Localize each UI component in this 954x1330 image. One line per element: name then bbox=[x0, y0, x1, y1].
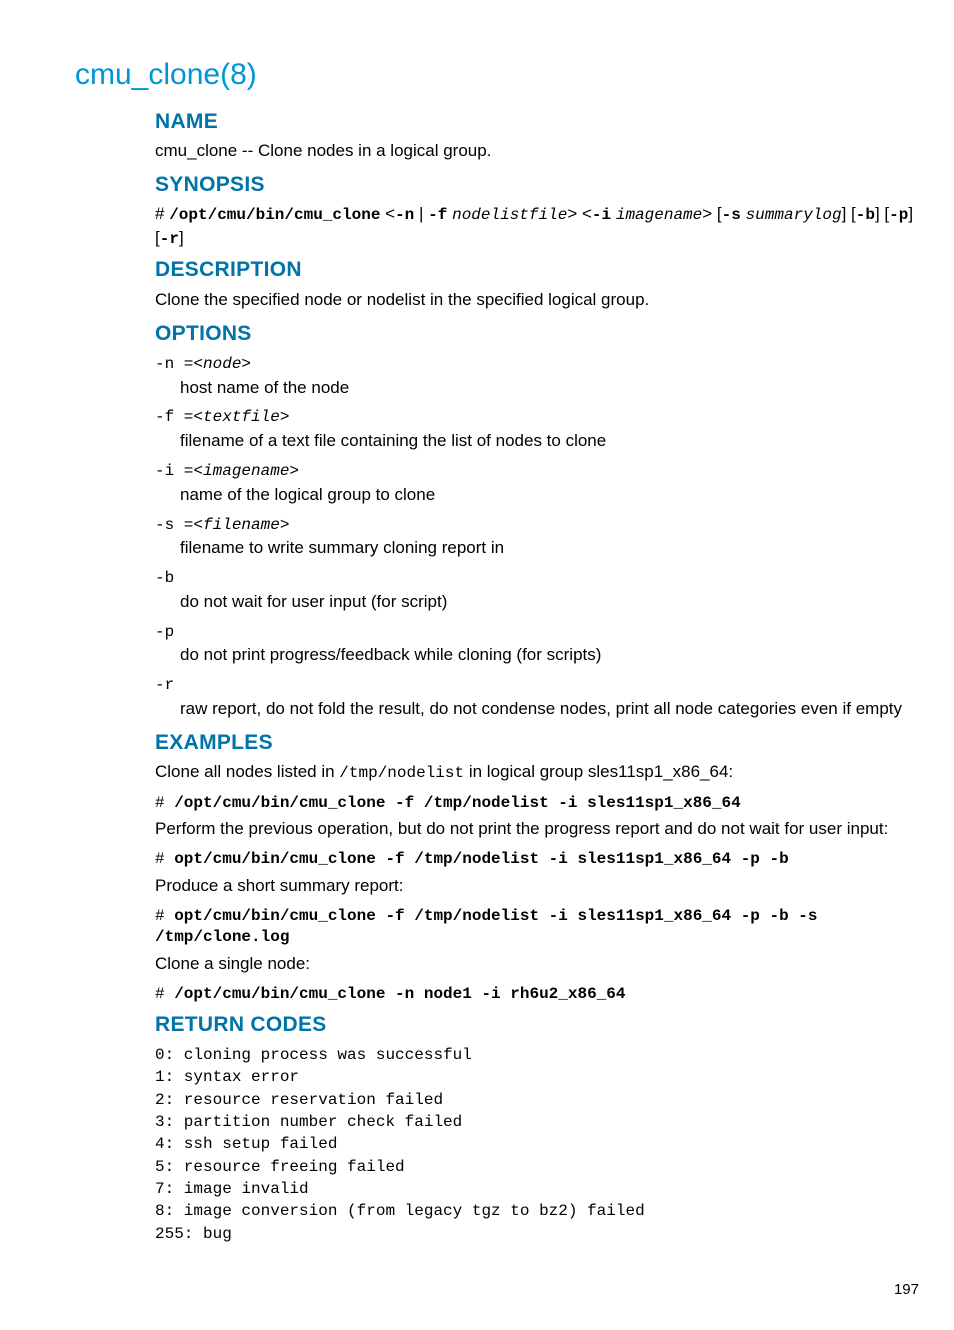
option-flag-text: -n = bbox=[155, 355, 193, 373]
synopsis-rb1: ] [ bbox=[842, 204, 856, 223]
option-flag: -b bbox=[155, 568, 919, 590]
synopsis-i: -i bbox=[592, 206, 611, 224]
synopsis-rb4: ] bbox=[179, 228, 184, 247]
option-description: filename of a text file containing the l… bbox=[180, 430, 919, 453]
option-flag: -s =<filename> bbox=[155, 515, 919, 537]
option-item: -p do not print progress/feedback while c… bbox=[155, 622, 919, 668]
synopsis-line: # /opt/cmu/bin/cmu_clone <-n | -f nodeli… bbox=[155, 203, 919, 250]
description-text: Clone the specified node or nodelist in … bbox=[155, 289, 919, 312]
option-item: -r raw report, do not fold the result, do… bbox=[155, 675, 919, 721]
example1-cmd-text: /opt/cmu/bin/cmu_clone -f /tmp/nodelist … bbox=[174, 794, 741, 812]
option-item: -b do not wait for user input (for script… bbox=[155, 568, 919, 614]
synopsis-s: -s bbox=[722, 206, 741, 224]
example3-prefix: # bbox=[155, 907, 174, 925]
options-list: -n =<node>host name of the node-f =<text… bbox=[155, 354, 919, 721]
synopsis-rb2: ] [ bbox=[875, 204, 889, 223]
example3-cmd-text: opt/cmu/bin/cmu_clone -f /tmp/nodelist -… bbox=[155, 907, 818, 947]
return-codes-list: 0: cloning process was successful 1: syn… bbox=[155, 1044, 919, 1246]
example4-cmd-text: /opt/cmu/bin/cmu_clone -n node1 -i rh6u2… bbox=[174, 985, 625, 1003]
option-item: -n =<node>host name of the node bbox=[155, 354, 919, 400]
example1-intro: Clone all nodes listed in /tmp/nodelist … bbox=[155, 761, 919, 785]
option-arg: <node> bbox=[193, 355, 251, 373]
example1-intro-b: in logical group sles11sp1_x86_64: bbox=[464, 762, 733, 781]
option-flag: -p bbox=[155, 622, 919, 644]
option-item: -i =<imagename>name of the logical group… bbox=[155, 461, 919, 507]
name-text: cmu_clone -- Clone nodes in a logical gr… bbox=[155, 140, 919, 163]
synopsis-prefix: # bbox=[155, 204, 169, 223]
option-description: host name of the node bbox=[180, 377, 919, 400]
synopsis-gt1: > < bbox=[567, 204, 592, 223]
option-description: name of the logical group to clone bbox=[180, 484, 919, 507]
option-flag-text: -i = bbox=[155, 462, 193, 480]
synopsis-f: -f bbox=[428, 206, 447, 224]
example2-cmd-text: opt/cmu/bin/cmu_clone -f /tmp/nodelist -… bbox=[174, 850, 789, 868]
option-flag: -i =<imagename> bbox=[155, 461, 919, 483]
section-heading-examples: EXAMPLES bbox=[155, 729, 919, 757]
synopsis-imagename: imagename bbox=[616, 206, 702, 224]
example4-prefix: # bbox=[155, 985, 174, 1003]
example1-intro-code: /tmp/nodelist bbox=[339, 764, 464, 782]
synopsis-pipe: | bbox=[414, 204, 428, 223]
option-item: -f =<textfile>filename of a text file co… bbox=[155, 407, 919, 453]
manpage-content: NAME cmu_clone -- Clone nodes in a logic… bbox=[155, 108, 919, 1246]
option-flag-text: -b bbox=[155, 569, 174, 587]
option-flag-text: -p bbox=[155, 623, 174, 641]
example3-intro: Produce a short summary report: bbox=[155, 875, 919, 898]
synopsis-nodelistfile: nodelistfile bbox=[452, 206, 567, 224]
section-heading-options: OPTIONS bbox=[155, 320, 919, 348]
section-heading-synopsis: SYNOPSIS bbox=[155, 171, 919, 199]
synopsis-p: -p bbox=[889, 206, 908, 224]
option-flag-text: -s = bbox=[155, 516, 193, 534]
synopsis-r: -r bbox=[160, 230, 179, 248]
example2-intro: Perform the previous operation, but do n… bbox=[155, 818, 919, 841]
synopsis-b: -b bbox=[856, 206, 875, 224]
option-arg: <filename> bbox=[193, 516, 289, 534]
option-flag-text: -r bbox=[155, 676, 174, 694]
section-heading-return-codes: RETURN CODES bbox=[155, 1011, 919, 1039]
synopsis-summarylog: summarylog bbox=[746, 206, 842, 224]
example1-intro-a: Clone all nodes listed in bbox=[155, 762, 339, 781]
synopsis-n: -n bbox=[395, 206, 414, 224]
synopsis-cmd: /opt/cmu/bin/cmu_clone bbox=[169, 206, 380, 224]
option-flag: -n =<node> bbox=[155, 354, 919, 376]
example2-prefix: # bbox=[155, 850, 174, 868]
section-heading-name: NAME bbox=[155, 108, 919, 136]
example4-cmd: # /opt/cmu/bin/cmu_clone -n node1 -i rh6… bbox=[155, 984, 919, 1006]
page-number: 197 bbox=[75, 1280, 919, 1300]
option-arg: <textfile> bbox=[193, 408, 289, 426]
option-flag: -f =<textfile> bbox=[155, 407, 919, 429]
example1-cmd: # /opt/cmu/bin/cmu_clone -f /tmp/nodelis… bbox=[155, 793, 919, 815]
option-description: do not wait for user input (for script) bbox=[180, 591, 919, 614]
page-title: cmu_clone(8) bbox=[75, 55, 919, 96]
option-flag: -r bbox=[155, 675, 919, 697]
example2-cmd: # opt/cmu/bin/cmu_clone -f /tmp/nodelist… bbox=[155, 849, 919, 871]
option-description: raw report, do not fold the result, do n… bbox=[180, 698, 919, 721]
section-heading-description: DESCRIPTION bbox=[155, 256, 919, 284]
example4-intro: Clone a single node: bbox=[155, 953, 919, 976]
option-flag-text: -f = bbox=[155, 408, 193, 426]
example3-cmd: # opt/cmu/bin/cmu_clone -f /tmp/nodelist… bbox=[155, 906, 919, 949]
synopsis-lt1: < bbox=[380, 204, 395, 223]
synopsis-gt2: > [ bbox=[702, 204, 721, 223]
example1-prefix: # bbox=[155, 794, 174, 812]
option-arg: <imagename> bbox=[193, 462, 299, 480]
option-item: -s =<filename>filename to write summary … bbox=[155, 515, 919, 561]
option-description: do not print progress/feedback while clo… bbox=[180, 644, 919, 667]
option-description: filename to write summary cloning report… bbox=[180, 537, 919, 560]
